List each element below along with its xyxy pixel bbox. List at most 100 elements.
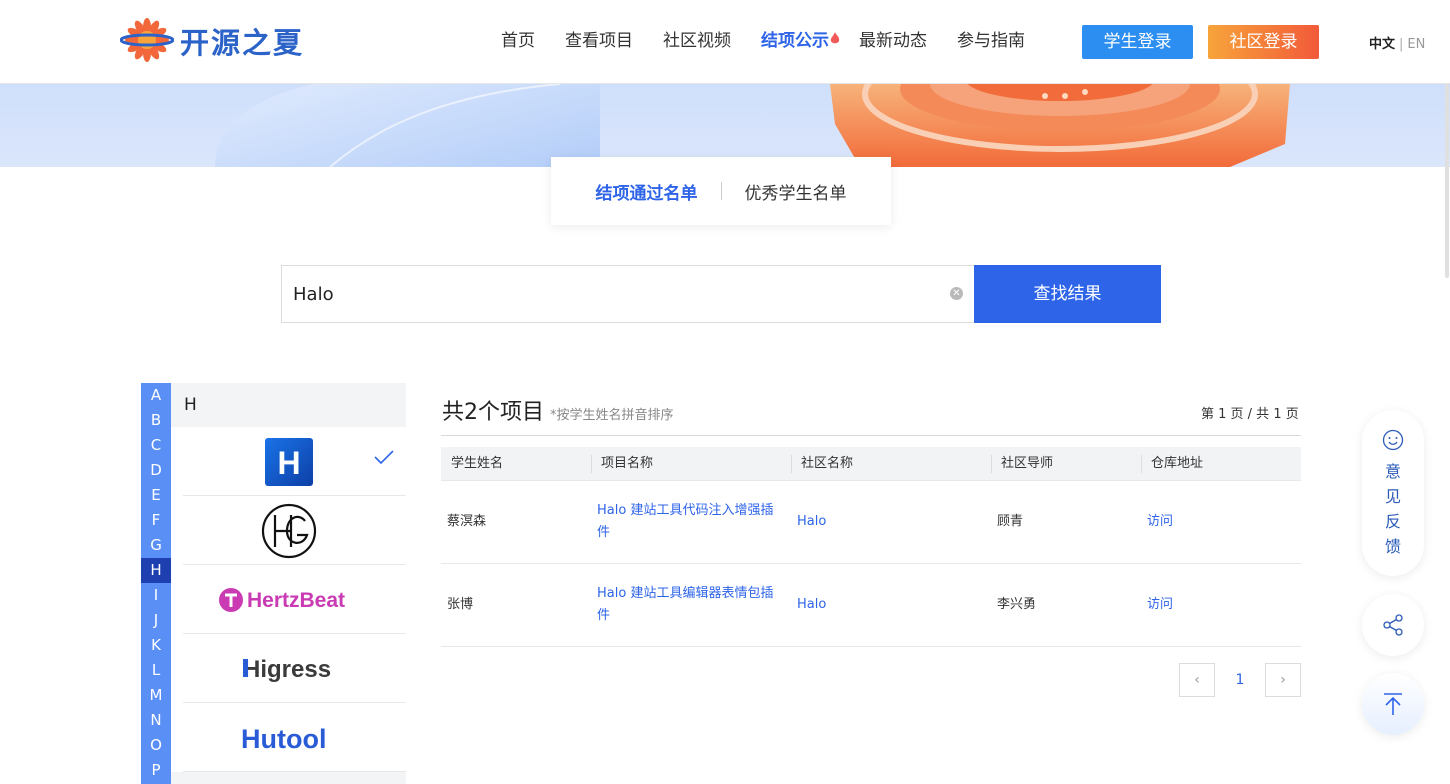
community-list-footer	[171, 772, 406, 784]
letter-f[interactable]: F	[141, 508, 171, 533]
hg-logo	[261, 503, 317, 558]
page-number[interactable]: 1	[1215, 672, 1265, 688]
result-tabs: 结项通过名单 优秀学生名单	[551, 157, 891, 225]
community-item-hertzbeat[interactable]: HertzBeat	[183, 565, 406, 634]
nav-guide[interactable]: 参与指南	[957, 28, 1025, 54]
letter-o[interactable]: O	[141, 733, 171, 758]
mentor-name: 李兴勇	[997, 597, 1037, 612]
feedback-button[interactable]: 意 见 反 馈	[1362, 410, 1424, 576]
feedback-char: 反	[1384, 512, 1401, 531]
back-to-top-icon	[1384, 693, 1402, 715]
table-row: 蔡溟森 Halo 建站工具代码注入增强插件 Halo 顾青 访问	[441, 481, 1301, 564]
col-repo: 仓库地址	[1141, 447, 1301, 480]
search-input[interactable]	[293, 266, 933, 322]
site-logo[interactable]: 开源之夏	[119, 18, 305, 64]
letter-p[interactable]: P	[141, 758, 171, 783]
feedback-label: 意 见 反 馈	[1362, 459, 1424, 559]
project-link[interactable]: Halo 建站工具编辑器表情包插件	[591, 583, 791, 627]
community-item-higress[interactable]: Higress	[183, 634, 406, 703]
project-link[interactable]: Halo 建站工具代码注入增强插件	[591, 500, 791, 544]
col-student: 学生姓名	[451, 456, 504, 471]
higress-logo-text: Higress	[243, 656, 331, 683]
search-box: ✕	[281, 265, 975, 323]
letter-i[interactable]: I	[141, 583, 171, 608]
sort-note: *按学生姓名拼音排序	[550, 408, 674, 423]
letter-k[interactable]: K	[141, 633, 171, 658]
nav-projects[interactable]: 查看项目	[565, 28, 633, 54]
banner-illustration	[215, 84, 1290, 167]
back-to-top-button[interactable]	[1362, 673, 1424, 735]
community-link[interactable]: Halo	[791, 511, 991, 533]
feedback-char: 见	[1384, 487, 1401, 506]
letter-a[interactable]: A	[141, 383, 171, 408]
table-row: 张博 Halo 建站工具编辑器表情包插件 Halo 李兴勇 访问	[441, 564, 1301, 647]
community-item-hutool[interactable]: Hutool	[183, 703, 406, 772]
student-name: 蔡溟森	[447, 514, 487, 529]
chevron-left-icon[interactable]: ‹	[1179, 663, 1215, 697]
hertzbeat-logo: HertzBeat	[219, 587, 345, 612]
halo-logo: H	[265, 437, 313, 486]
smile-icon	[1362, 429, 1424, 455]
lang-zh[interactable]: 中文	[1369, 37, 1395, 52]
hutool-logo: Hutool	[241, 724, 326, 754]
result-divider	[441, 435, 1301, 436]
share-button[interactable]	[1362, 594, 1424, 656]
repo-link[interactable]: 访问	[1141, 511, 1301, 533]
letter-m[interactable]: M	[141, 683, 171, 708]
nav-results[interactable]: 结项公示	[761, 28, 840, 54]
feedback-char: 馈	[1384, 537, 1401, 556]
letter-c[interactable]: C	[141, 433, 171, 458]
tab-excellent-list[interactable]: 优秀学生名单	[722, 179, 870, 204]
clear-icon[interactable]: ✕	[950, 287, 963, 300]
share-icon	[1383, 614, 1403, 636]
student-name: 张博	[447, 597, 474, 612]
community-list: H H HertzBeat Higress Hutool	[171, 383, 406, 784]
main-nav: 首页 查看项目 社区视频 结项公示 最新动态 参与指南	[501, 28, 1055, 54]
site-header: 开源之夏 首页 查看项目 社区视频 结项公示 最新动态 参与指南 学生登录 社区…	[0, 0, 1450, 84]
nav-home[interactable]: 首页	[501, 28, 535, 54]
lang-en[interactable]: EN	[1407, 37, 1425, 52]
flower-logo-icon	[119, 18, 175, 64]
page-scrollbar[interactable]	[1445, 70, 1449, 278]
col-community: 社区名称	[791, 447, 991, 480]
community-item-halo[interactable]: H	[183, 427, 406, 496]
hertzbeat-logo-text: HertzBeat	[247, 589, 345, 612]
table-header: 学生姓名 项目名称 社区名称 社区导师 仓库地址	[441, 447, 1301, 481]
community-item-hg[interactable]	[183, 496, 406, 565]
community-group-heading: H	[171, 383, 406, 427]
tab-passed-list[interactable]: 结项通过名单	[573, 179, 721, 204]
chevron-right-icon[interactable]: ›	[1265, 663, 1301, 697]
higress-logo: Higress	[243, 656, 331, 683]
student-login-button[interactable]: 学生登录	[1082, 25, 1193, 59]
letter-g[interactable]: G	[141, 533, 171, 558]
hutool-logo-text: Hutool	[241, 724, 326, 754]
letter-h[interactable]: H	[141, 558, 171, 583]
pagination: ‹ 1 ›	[1179, 663, 1301, 697]
banner	[0, 84, 1450, 167]
check-icon	[374, 449, 394, 468]
nav-results-label: 结项公示	[761, 31, 829, 51]
letter-n[interactable]: N	[141, 708, 171, 733]
nav-videos[interactable]: 社区视频	[663, 28, 731, 54]
letter-j[interactable]: J	[141, 608, 171, 633]
community-link[interactable]: Halo	[791, 594, 991, 616]
mentor-name: 顾青	[997, 514, 1024, 529]
letter-e[interactable]: E	[141, 483, 171, 508]
letter-b[interactable]: B	[141, 408, 171, 433]
col-project: 项目名称	[591, 447, 791, 480]
community-login-button[interactable]: 社区登录	[1208, 25, 1319, 59]
language-switch: 中文 | EN	[1369, 33, 1425, 52]
nav-news[interactable]: 最新动态	[859, 28, 927, 54]
page-info: 第 1 页 / 共 1 页	[1201, 407, 1299, 422]
logo-text: 开源之夏	[180, 26, 305, 60]
repo-link[interactable]: 访问	[1141, 594, 1301, 616]
letter-d[interactable]: D	[141, 458, 171, 483]
result-count: 共2个项目 *按学生姓名拼音排序	[442, 394, 674, 426]
result-table: 学生姓名 项目名称 社区名称 社区导师 仓库地址 蔡溟森 Halo 建站工具代码…	[441, 447, 1301, 647]
letter-index: A B C D E F G H I J K L M N O P	[141, 383, 171, 784]
search-button[interactable]: 查找结果	[974, 265, 1161, 323]
result-count-text: 共2个项目	[442, 400, 544, 425]
letter-l[interactable]: L	[141, 658, 171, 683]
col-mentor: 社区导师	[991, 447, 1141, 480]
feedback-char: 意	[1384, 462, 1401, 481]
